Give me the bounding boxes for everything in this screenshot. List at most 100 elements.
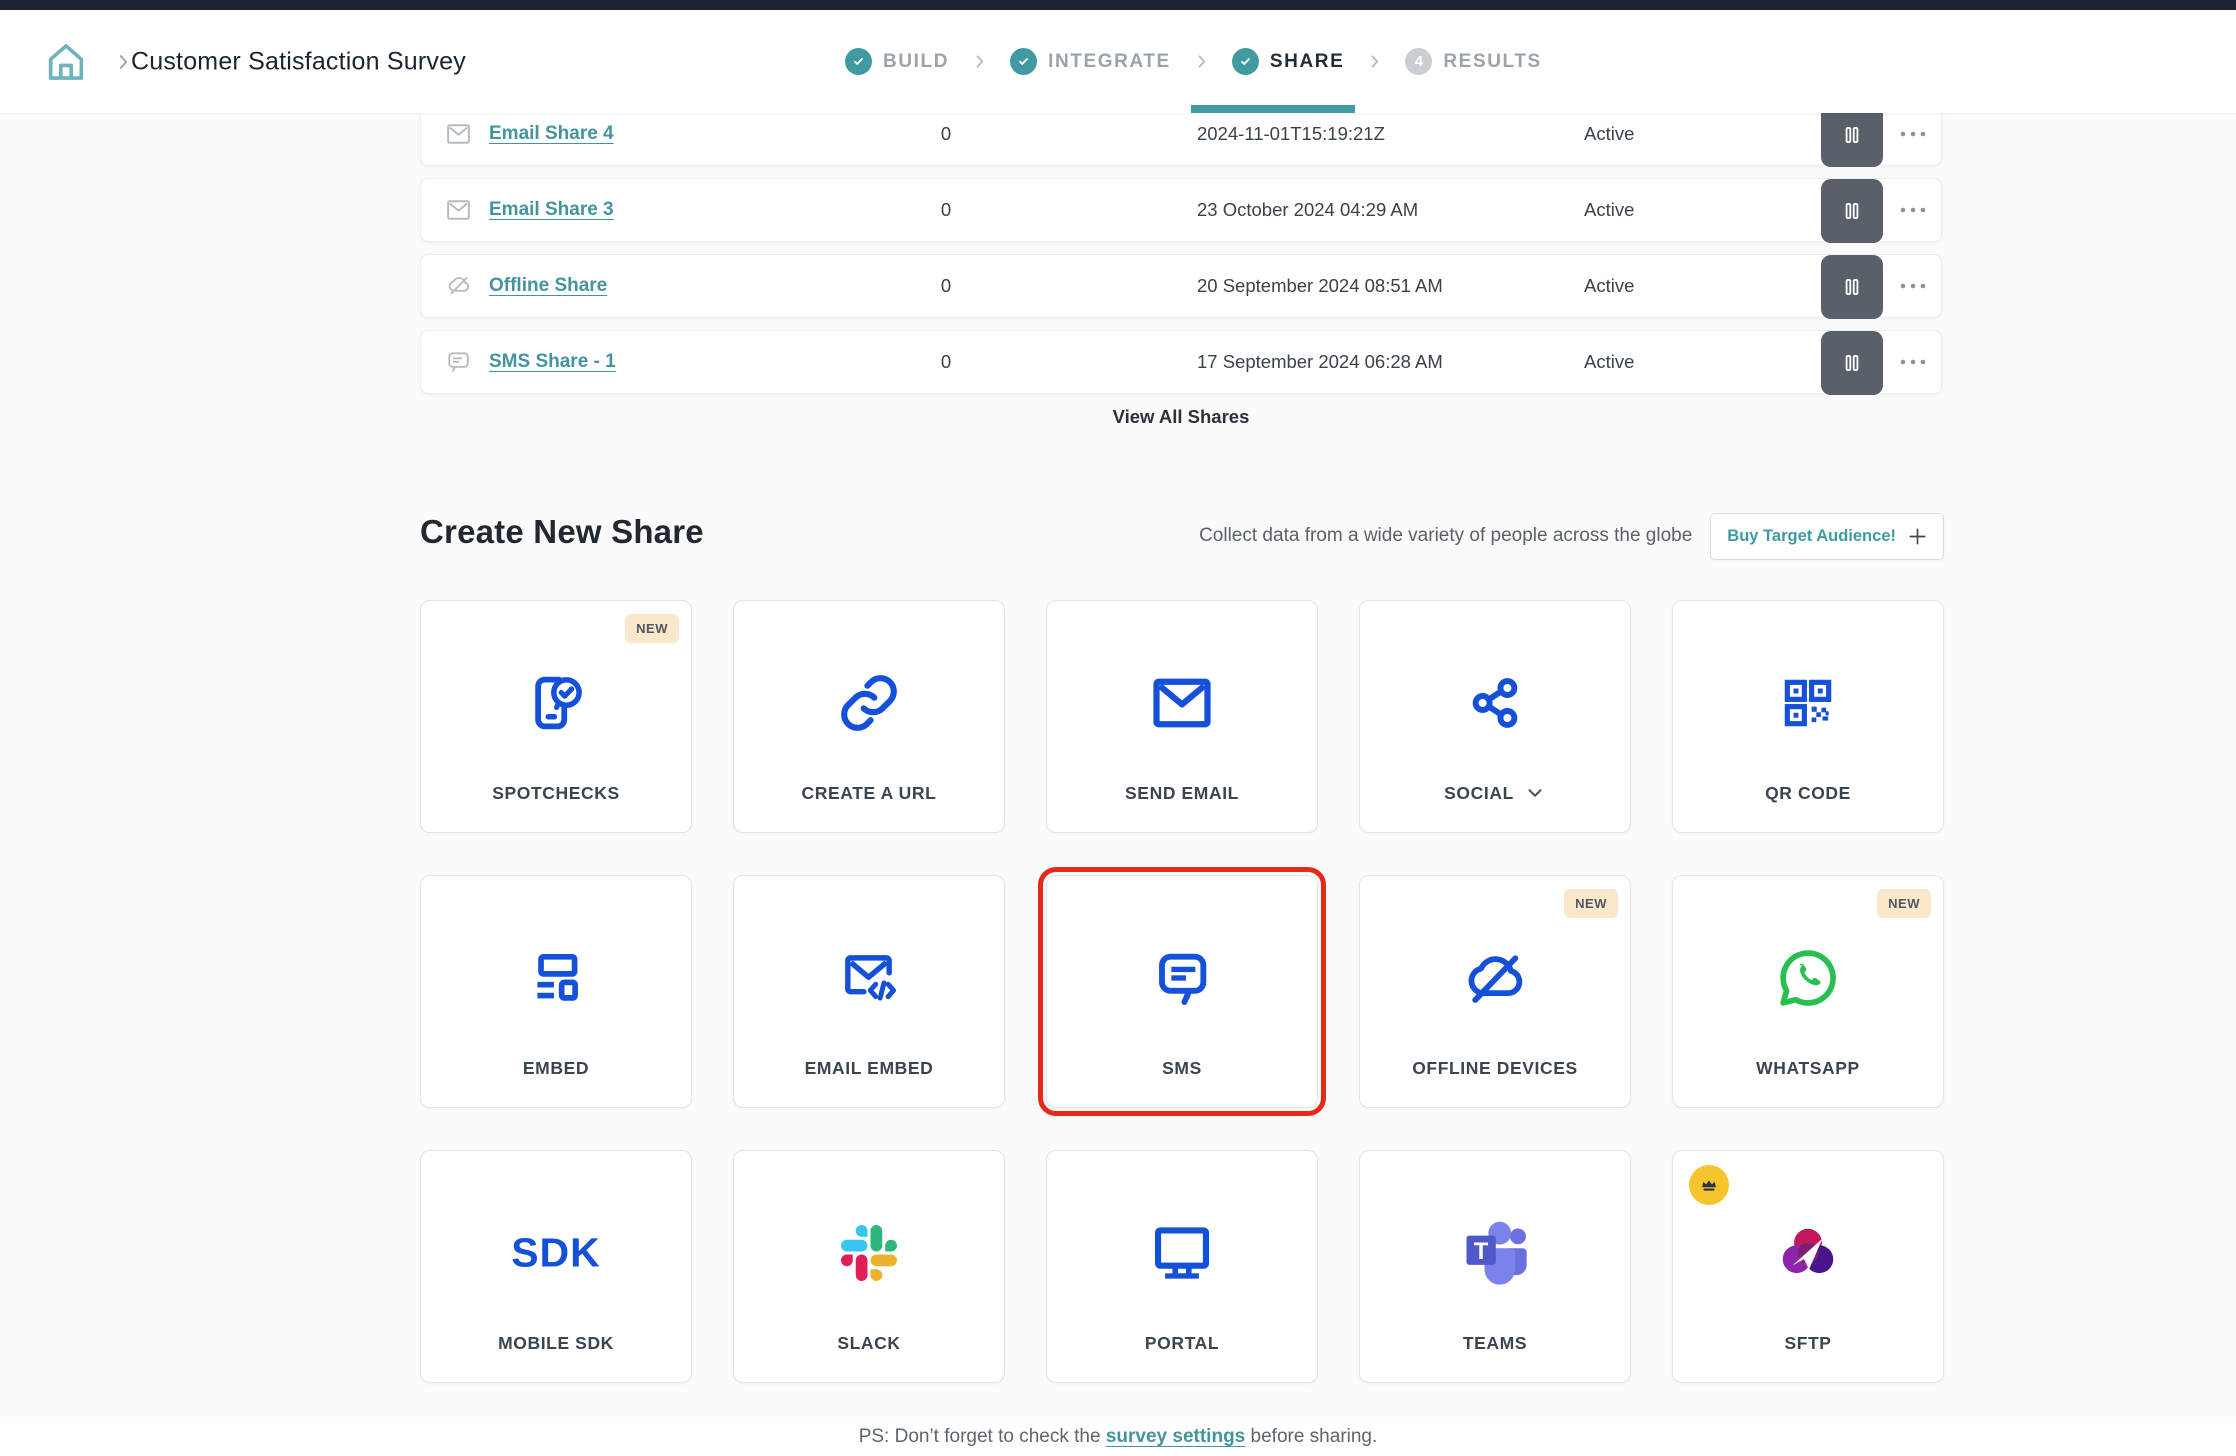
step-label: SHARE <box>1270 51 1345 73</box>
check-circle-icon <box>845 48 872 75</box>
share-option-card-sftp[interactable]: SFTP <box>1672 1150 1944 1383</box>
pause-share-button[interactable] <box>1821 255 1883 319</box>
ellipsis-icon <box>1898 356 1928 368</box>
share-option-card-teams[interactable]: T TEAMS <box>1359 1150 1631 1383</box>
buy-target-audience-label: Buy Target Audience! <box>1727 527 1896 546</box>
share-option-card-slack[interactable]: SLACK <box>733 1150 1005 1383</box>
pause-icon <box>1839 198 1865 224</box>
new-badge: NEW <box>625 614 679 643</box>
link-icon <box>837 671 901 735</box>
step-label: RESULTS <box>1443 51 1541 73</box>
premium-crown-badge <box>1689 1165 1729 1205</box>
share-modified-date: 23 October 2024 04:29 AM <box>1197 199 1418 221</box>
new-badge: NEW <box>1877 889 1931 918</box>
check-circle-icon <box>1232 48 1259 75</box>
more-options-button[interactable] <box>1891 266 1935 306</box>
share-modified-date: 20 September 2024 08:51 AM <box>1197 275 1443 297</box>
chevron-right-icon <box>1192 52 1211 71</box>
email-icon <box>445 122 472 146</box>
wizard-stepper: BUILD INTEGRATE SHARE 4 RESULTS <box>845 10 1542 113</box>
home-icon <box>43 38 89 86</box>
ellipsis-icon <box>1898 128 1928 140</box>
card-label: PORTAL <box>1145 1333 1219 1354</box>
share-modified-date: 17 September 2024 06:28 AM <box>1197 351 1443 373</box>
card-label: CREATE A URL <box>802 783 937 804</box>
share-response-count: 0 <box>926 275 966 297</box>
view-all-shares: View All Shares <box>420 406 1942 428</box>
share-nodes-icon <box>1464 671 1526 735</box>
share-name-link[interactable]: SMS Share - 1 <box>489 351 616 373</box>
survey-settings-link[interactable]: survey settings <box>1106 1426 1245 1447</box>
share-option-card-create-a-url[interactable]: CREATE A URL <box>733 600 1005 833</box>
share-option-card-embed[interactable]: EMBED <box>420 875 692 1108</box>
create-new-share-title: Create New Share <box>420 513 704 551</box>
share-option-card-spotchecks[interactable]: NEW SPOTCHECKS <box>420 600 692 833</box>
card-label: TEAMS <box>1463 1333 1527 1354</box>
app-header: Customer Satisfaction Survey BUILD INTEG… <box>0 0 2236 113</box>
share-option-card-send-email[interactable]: SEND EMAIL <box>1046 600 1318 833</box>
new-badge: NEW <box>1564 889 1618 918</box>
card-label: EMAIL EMBED <box>805 1058 934 1079</box>
share-row-offline-share: Offline Share 0 20 September 2024 08:51 … <box>420 254 1942 318</box>
slack-icon <box>841 1225 897 1281</box>
footer-text-before: PS: Don’t forget to check the <box>859 1426 1106 1447</box>
share-option-card-sms[interactable]: SMS <box>1046 875 1318 1108</box>
view-all-shares-link[interactable]: View All Shares <box>1113 406 1250 427</box>
sms-bubble-icon <box>1150 945 1214 1011</box>
buy-target-audience-button[interactable]: Buy Target Audience! <box>1710 513 1944 560</box>
card-label: SPOTCHECKS <box>492 783 620 804</box>
share-option-card-offline-devices[interactable]: NEW OFFLINE DEVICES <box>1359 875 1631 1108</box>
share-option-card-mobile-sdk[interactable]: SDK MOBILE SDK <box>420 1150 692 1383</box>
sdk-text-icon: SDK <box>511 1229 601 1276</box>
card-label: SEND EMAIL <box>1125 783 1239 804</box>
step-share[interactable]: SHARE <box>1232 48 1345 75</box>
share-modified-date: 2024-11-01T15:19:21Z <box>1197 123 1385 145</box>
share-option-card-portal[interactable]: PORTAL <box>1046 1150 1318 1383</box>
step-label: BUILD <box>883 51 949 73</box>
card-label: QR CODE <box>1765 783 1851 804</box>
step-build[interactable]: BUILD <box>845 48 949 75</box>
active-tab-underline <box>1191 105 1355 113</box>
share-option-card-email-embed[interactable]: EMAIL EMBED <box>733 875 1005 1108</box>
pause-share-button[interactable] <box>1821 331 1883 395</box>
share-option-card-whatsapp[interactable]: NEW WHATSAPP <box>1672 875 1944 1108</box>
check-circle-icon <box>1010 48 1037 75</box>
more-options-button[interactable] <box>1891 114 1935 154</box>
card-label: SLACK <box>837 1333 900 1354</box>
pause-icon <box>1839 122 1865 148</box>
step-results[interactable]: 4 RESULTS <box>1405 48 1541 75</box>
share-name-link[interactable]: Offline Share <box>489 275 607 297</box>
card-label: OFFLINE DEVICES <box>1412 1058 1578 1079</box>
share-option-card-social[interactable]: SOCIAL <box>1359 600 1631 833</box>
share-response-count: 0 <box>926 351 966 373</box>
share-option-card-qr-code[interactable]: QR CODE <box>1672 600 1944 833</box>
pause-share-button[interactable] <box>1821 179 1883 243</box>
home-button[interactable] <box>40 36 92 88</box>
ellipsis-icon <box>1898 280 1928 292</box>
share-row-email-share-3: Email Share 3 0 23 October 2024 04:29 AM… <box>420 178 1942 242</box>
share-status: Active <box>1584 123 1634 145</box>
chevron-right-icon <box>970 52 989 71</box>
email-icon <box>445 198 472 222</box>
more-options-button[interactable] <box>1891 190 1935 230</box>
offline-icon <box>445 273 473 299</box>
top-navy-bar <box>0 0 2236 10</box>
card-label: SFTP <box>1784 1333 1831 1354</box>
spotchecks-icon <box>523 670 589 736</box>
chevron-down-icon <box>1524 782 1546 804</box>
chevron-right-icon <box>1365 52 1384 71</box>
card-label: MOBILE SDK <box>498 1333 614 1354</box>
pause-icon <box>1839 350 1865 376</box>
share-page: Email Share 4 0 2024-11-01T15:19:21Z Act… <box>0 0 2236 1456</box>
share-status: Active <box>1584 199 1634 221</box>
plus-icon <box>1906 525 1929 548</box>
share-status: Active <box>1584 275 1634 297</box>
share-name-link[interactable]: Email Share 4 <box>489 123 614 145</box>
more-options-button[interactable] <box>1891 342 1935 382</box>
qr-code-icon <box>1777 672 1839 734</box>
share-response-count: 0 <box>926 123 966 145</box>
share-name-link[interactable]: Email Share 3 <box>489 199 614 221</box>
ellipsis-icon <box>1898 204 1928 216</box>
share-channels-grid: NEW SPOTCHECKS CREATE A URL SEND EMAIL <box>420 600 1944 1383</box>
step-integrate[interactable]: INTEGRATE <box>1010 48 1171 75</box>
